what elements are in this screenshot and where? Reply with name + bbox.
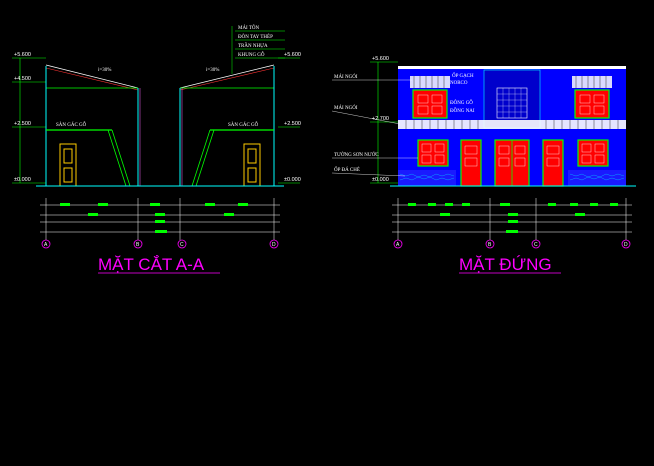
- section-level-ground-right: ±0.000: [284, 177, 301, 183]
- roof-note-3: TRẦN NHỰA: [238, 43, 268, 49]
- section-roof-notes: MÁI TÔN ĐÒN TAY THÉP TRẦN NHỰA KHUNG GỖ: [231, 25, 285, 74]
- section-slope-left: i=30%: [98, 68, 111, 73]
- elevation-axis-a: A: [396, 242, 400, 248]
- elevation-drawing: +5.600 +2.700 ±0.000 MÁI NGÓI MÁI NGÓI T…: [331, 56, 636, 274]
- note-brick-tile: ỐP GẠCH: [452, 73, 474, 79]
- section-level-markers: [12, 57, 300, 184]
- section-dimensions: [40, 198, 280, 240]
- note-roof-tile-2: MÁI NGÓI: [334, 105, 358, 111]
- section-level-top-right: +5.600: [284, 52, 301, 58]
- section-axis-c: C: [180, 242, 184, 248]
- section-level-top: +5.600: [14, 52, 31, 58]
- section-level-loft: +2.500: [14, 121, 31, 127]
- facade-tower: [483, 69, 541, 129]
- note-roof-tile-1: MÁI NGÓI: [334, 74, 358, 80]
- section-drawing: +5.600 +4.500 +2.500 ±0.000 +5.600 +2.50…: [12, 25, 301, 274]
- section-door-right: [243, 143, 261, 187]
- note-norco: NORCO: [450, 81, 468, 86]
- roof-note-1: MÁI TÔN: [238, 25, 260, 31]
- section-level-eave: +4.500: [14, 76, 31, 82]
- elevation-axis-d: D: [624, 242, 628, 248]
- section-level-loft-right: +2.500: [284, 121, 301, 127]
- section-title: MẶT CẮT A-A: [98, 255, 205, 274]
- elevation-axis-c: C: [534, 242, 538, 248]
- section-slope-right: i=30%: [206, 68, 219, 73]
- section-axis-b: B: [136, 242, 140, 248]
- elevation-title: MẶT ĐỨNG: [459, 255, 552, 274]
- cad-drawing: +5.600 +4.500 +2.500 ±0.000 +5.600 +2.50…: [12, 25, 636, 274]
- section-level-ground: ±0.000: [14, 177, 31, 183]
- elevation-dimensions: [392, 198, 632, 240]
- section-axes: [41, 239, 279, 249]
- roof-note-2: ĐÒN TAY THÉP: [238, 34, 273, 40]
- note-stone-cladding: ỐP ĐÁ CHẺ: [334, 167, 360, 173]
- elevation-axis-b: B: [488, 242, 492, 248]
- roof-note-4: KHUNG GỖ: [238, 52, 265, 58]
- section-loft-label-right: SÀN GÁC GỖ: [228, 122, 259, 128]
- note-painted-wall: TƯỜNG SƠN NƯỚC: [334, 152, 379, 158]
- elevation-axes: [393, 239, 631, 249]
- section-axis-d: D: [272, 242, 276, 248]
- section-loft-floors: [46, 129, 274, 187]
- section-roof: [45, 64, 275, 91]
- elevation-level-top: +5.600: [372, 56, 389, 62]
- facade-parapet: [398, 66, 626, 69]
- middle-roof-band: [398, 120, 626, 129]
- section-axis-a: A: [44, 242, 48, 248]
- elevation-level-ground: ±0.000: [372, 177, 389, 183]
- note-dong-nai: ĐỒNG NAI: [450, 108, 475, 114]
- note-wood-frame: ĐÔNG GỖ: [450, 100, 473, 106]
- section-loft-label-left: SÀN GÁC GỖ: [56, 122, 87, 128]
- section-door-left: [59, 143, 77, 187]
